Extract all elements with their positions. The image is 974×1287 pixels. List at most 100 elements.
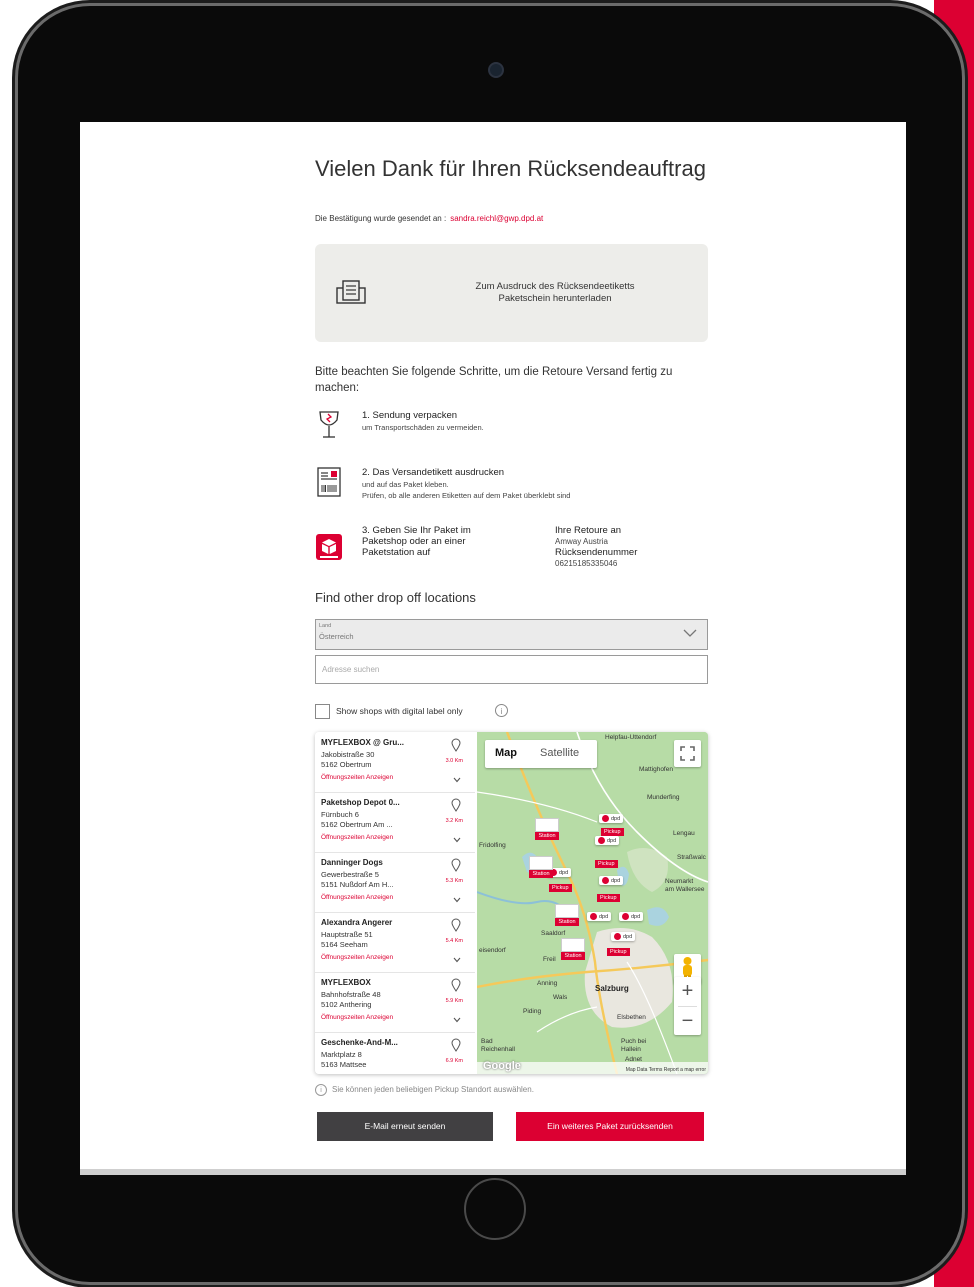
pickup-marker-label: Pickup bbox=[549, 884, 572, 892]
place-elsbethen: Elsbethen bbox=[617, 1014, 646, 1021]
place-helpfau: Helpfau-Uttendorf bbox=[605, 734, 657, 741]
dpd-parcelshop-icon bbox=[316, 534, 342, 560]
pickup-marker[interactable]: Pickup bbox=[607, 948, 630, 956]
place-freilassing: Freil bbox=[543, 956, 556, 963]
shop-street: Jakobistraße 30 bbox=[321, 750, 375, 759]
shop-name: MYFLEXBOX @ Gru... bbox=[321, 738, 404, 747]
hint-info-icon: i bbox=[315, 1084, 327, 1096]
shop-distance: 3.0 Km bbox=[445, 758, 463, 764]
zoom-in-button[interactable]: + bbox=[674, 977, 701, 1005]
zoom-out-button[interactable]: − bbox=[674, 1007, 701, 1035]
fullscreen-icon bbox=[680, 746, 695, 761]
pickup-marker-label: Pickup bbox=[607, 948, 630, 956]
step-pack: 1. Sendung verpacken um Transportschäden… bbox=[315, 410, 708, 450]
chevron-down-icon bbox=[683, 629, 697, 637]
dpd-marker[interactable]: dpd bbox=[595, 836, 620, 845]
confirmation-email: sandra.reichl@gwp.dpd.at bbox=[450, 214, 544, 223]
step-print: 2. Das Versandetikett ausdrucken und auf… bbox=[315, 467, 708, 511]
map-type-map[interactable]: Map bbox=[495, 747, 517, 759]
station-marker[interactable]: Station bbox=[529, 856, 553, 878]
chevron-down-icon[interactable] bbox=[453, 1017, 461, 1023]
shop-name: Alexandra Angerer bbox=[321, 918, 393, 927]
digital-label-checkbox[interactable] bbox=[315, 704, 330, 719]
address-search-input[interactable] bbox=[315, 655, 708, 684]
home-button[interactable] bbox=[464, 1178, 526, 1240]
return-number: 06215185335046 bbox=[555, 559, 618, 568]
shop-distance: 5.9 Km bbox=[445, 998, 463, 1004]
place-neumarkt: Neumarkt bbox=[665, 878, 694, 885]
dpd-marker-label: dpd bbox=[607, 837, 617, 844]
shop-list-item[interactable]: Danninger Dogs Gewerbestraße 5 5151 Nußdor… bbox=[315, 852, 475, 913]
location-pin-icon bbox=[451, 858, 461, 872]
shop-hours-link[interactable]: Öffnungszeiten Anzeigen bbox=[321, 954, 393, 961]
shop-name: Geschenke-And-M... bbox=[321, 1038, 398, 1047]
shop-street: Hauptstraße 51 bbox=[321, 930, 373, 939]
chevron-down-icon[interactable] bbox=[453, 957, 461, 963]
chevron-down-icon[interactable] bbox=[453, 897, 461, 903]
download-line-2: Paketschein herunterladen bbox=[498, 293, 612, 304]
steps-heading: Bitte beachten Sie folgende Schritte, um… bbox=[315, 366, 673, 394]
pickup-marker-label: Pickup bbox=[595, 860, 618, 868]
shop-distance: 6.9 Km bbox=[445, 1058, 463, 1064]
map-type-toggle: Map Satellite bbox=[485, 740, 597, 768]
map-view[interactable]: Helpfau-Uttendorf Mattighofen Munderfing… bbox=[477, 732, 708, 1074]
shop-list-item[interactable]: MYFLEXBOX Bahnhofstraße 48 5102 Anthering Ö… bbox=[315, 972, 475, 1033]
dpd-marker[interactable]: dpd bbox=[587, 912, 612, 921]
place-saaldorf: Saaldorf bbox=[541, 930, 566, 937]
shop-hours-link[interactable]: Öffnungszeiten Anzeigen bbox=[321, 774, 393, 781]
shop-list-item[interactable]: Geschenke-And-M... Marktplatz 8 5163 Matts… bbox=[315, 1032, 475, 1074]
shop-hours-link[interactable]: Öffnungszeiten Anzeigen bbox=[321, 1014, 393, 1021]
place-eisendorf: eisendorf bbox=[479, 947, 506, 954]
return-another-button[interactable]: Ein weiteres Paket zurücksenden bbox=[516, 1112, 704, 1141]
pickup-marker[interactable]: Pickup bbox=[595, 860, 618, 868]
shop-hours-link[interactable]: Öffnungszeiten Anzeigen bbox=[321, 894, 393, 901]
dpd-marker[interactable]: dpd bbox=[599, 876, 624, 885]
location-pin-icon bbox=[451, 978, 461, 992]
fullscreen-button[interactable] bbox=[674, 740, 701, 767]
dropoff-map-panel: MYFLEXBOX @ Gru... Jakobistraße 30 5162 Ob… bbox=[315, 732, 708, 1074]
dpd-marker[interactable]: dpd bbox=[599, 814, 624, 823]
info-icon[interactable]: i bbox=[495, 704, 508, 717]
shop-hours-link[interactable]: Öffnungszeiten Anzeigen bbox=[321, 834, 393, 841]
shop-list-item[interactable]: Paketshop Depot 0... Fürnbuch 6 5162 Obert… bbox=[315, 792, 475, 853]
place-wallersee: am Wallersee bbox=[665, 886, 705, 893]
dpd-marker[interactable]: dpd bbox=[611, 932, 636, 941]
map-type-satellite[interactable]: Satellite bbox=[540, 747, 579, 759]
dpd-marker[interactable]: dpd bbox=[619, 912, 644, 921]
station-marker[interactable]: Station bbox=[535, 818, 559, 840]
place-anning: Anning bbox=[537, 980, 558, 987]
google-logo: Google bbox=[483, 1060, 521, 1072]
return-info: Ihre Retoure an Amway Austria Rücksenden… bbox=[555, 525, 637, 569]
place-wals: Wals bbox=[553, 994, 568, 1001]
resend-email-button[interactable]: E-Mail erneut senden bbox=[317, 1112, 493, 1141]
pickup-marker[interactable]: Pickup bbox=[549, 884, 572, 892]
dpd-marker-label: dpd bbox=[611, 877, 621, 884]
shop-list-item[interactable]: Alexandra Angerer Hauptstraße 51 5164 Seeh… bbox=[315, 912, 475, 973]
chevron-down-icon[interactable] bbox=[453, 837, 461, 843]
dpd-marker-label: dpd bbox=[623, 933, 633, 940]
chevron-down-icon[interactable] bbox=[453, 777, 461, 783]
dpd-marker-label: dpd bbox=[631, 913, 641, 920]
pickup-marker-label: Pickup bbox=[601, 828, 624, 836]
shop-city: 5162 Obertrum bbox=[321, 760, 372, 769]
station-marker[interactable]: Station bbox=[561, 938, 585, 960]
finder-heading: Find other drop off locations bbox=[315, 590, 476, 605]
station-marker[interactable]: Station bbox=[555, 904, 579, 926]
map-attribution[interactable]: Map Data Terms Report a map error bbox=[626, 1067, 706, 1073]
shop-city: 5163 Mattsee bbox=[321, 1060, 367, 1069]
pickup-marker[interactable]: Pickup bbox=[601, 828, 624, 836]
shop-city: 5151 Nußdorf Am H... bbox=[321, 880, 394, 889]
shop-street: Marktplatz 8 bbox=[321, 1050, 362, 1059]
shop-list[interactable]: MYFLEXBOX @ Gru... Jakobistraße 30 5162 Ob… bbox=[315, 732, 475, 1074]
step2-line-2: Prüfen, ob alle anderen Etiketten auf de… bbox=[362, 491, 571, 500]
location-pin-icon bbox=[451, 738, 461, 752]
place-piding: Piding bbox=[523, 1008, 542, 1015]
tablet-frame: Vielen Dank für Ihren Rücksendeauftrag D… bbox=[18, 6, 962, 1282]
shop-list-item[interactable]: MYFLEXBOX @ Gru... Jakobistraße 30 5162 Ob… bbox=[315, 732, 475, 793]
step-dropoff: 3. Geben Sie Ihr Paket im Paketshop oder… bbox=[315, 525, 708, 577]
camera-icon bbox=[488, 62, 504, 78]
pickup-marker[interactable]: Pickup bbox=[597, 894, 620, 902]
download-label-button[interactable]: Zum Ausdruck des Rücksendeetiketts Paket… bbox=[315, 244, 708, 342]
place-salzburg: Salzburg bbox=[595, 984, 629, 993]
country-select[interactable]: Land Österreich bbox=[315, 619, 708, 650]
